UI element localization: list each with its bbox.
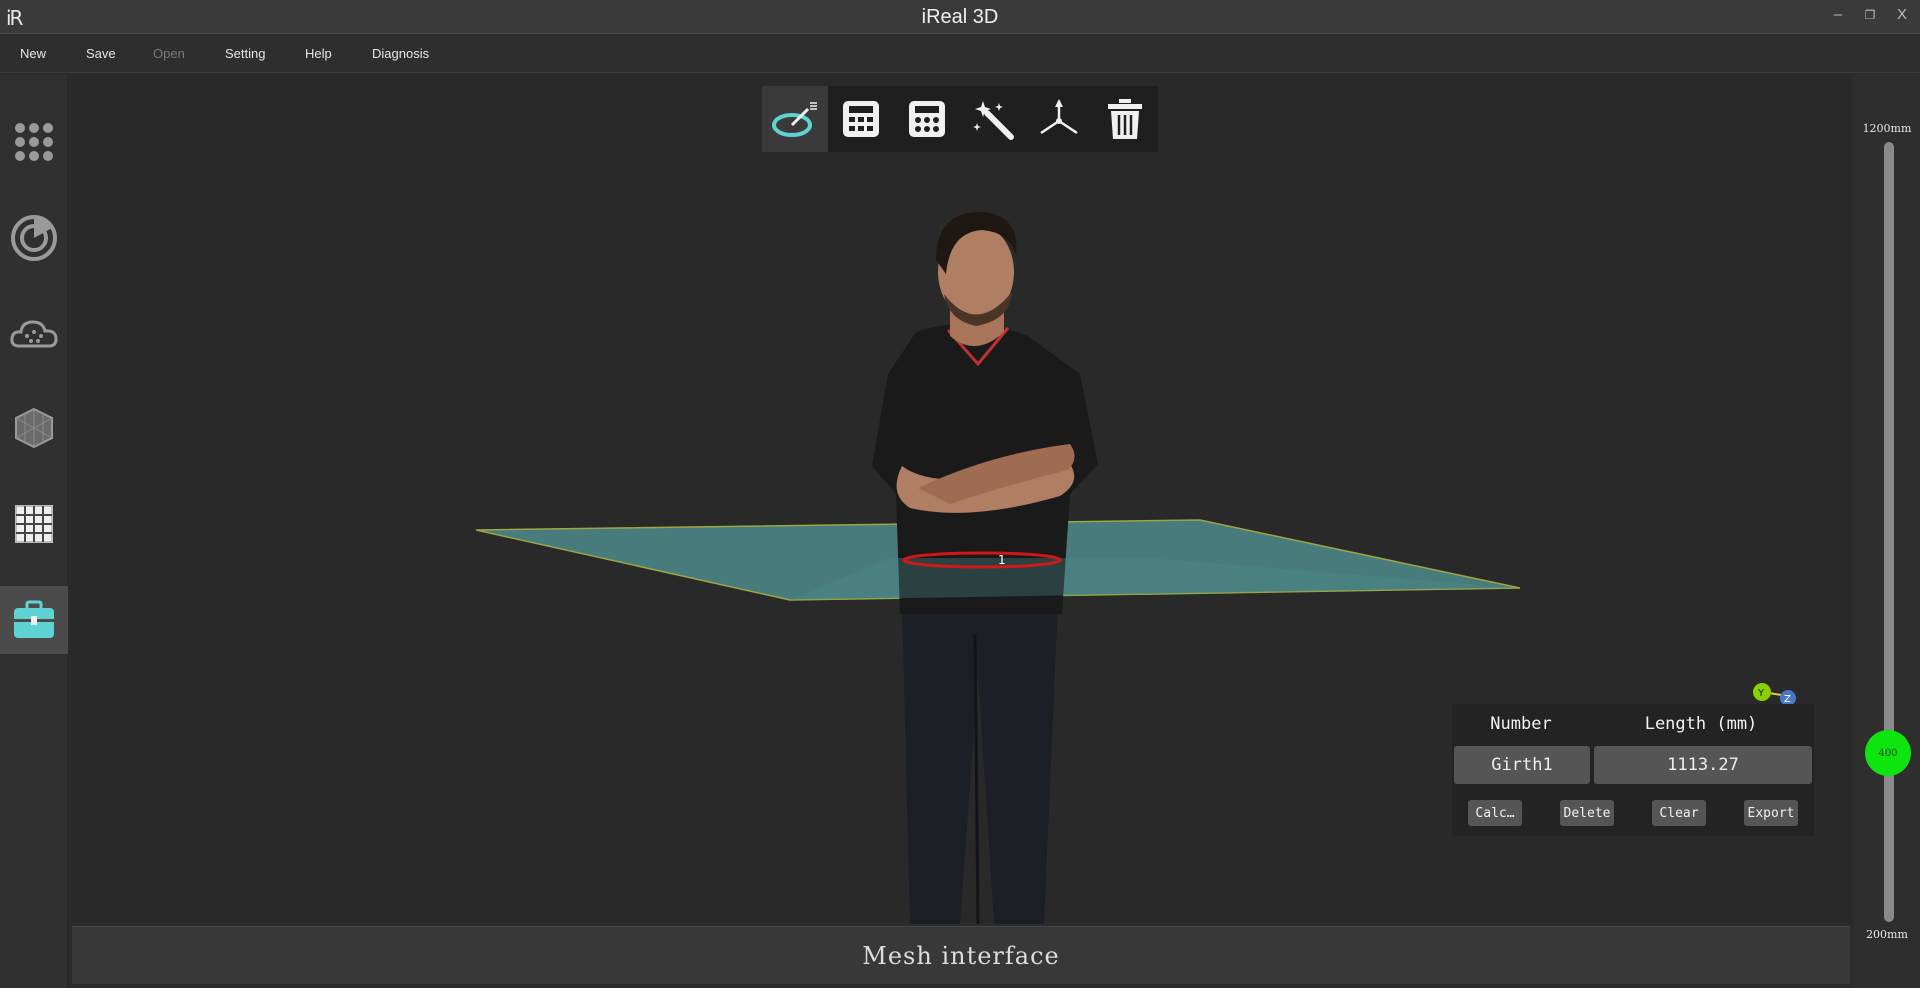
left-sidebar: [0, 74, 68, 988]
menu-new[interactable]: New: [20, 46, 46, 61]
slider-track[interactable]: [1884, 142, 1894, 922]
scan-target-icon: [11, 215, 57, 261]
window-title: iReal 3D: [921, 6, 999, 28]
restore-button[interactable]: ❐: [1858, 8, 1882, 30]
toolbox-icon: [14, 600, 54, 638]
export-button[interactable]: Export: [1744, 800, 1798, 826]
axis-tripod-icon: [1040, 99, 1078, 135]
measurement-panel: Number Length (mm) Girth1 1113.27 Calc… …: [1452, 704, 1814, 836]
sidebar-tool-mesh[interactable]: [0, 394, 68, 462]
menu-save[interactable]: Save: [86, 46, 116, 61]
sidebar-tool-grid[interactable]: [0, 490, 68, 558]
status-bar: Mesh interface: [72, 926, 1850, 984]
clear-button[interactable]: Clear: [1652, 800, 1706, 826]
tool-calculator[interactable]: [828, 86, 894, 152]
delete-button[interactable]: Delete: [1560, 800, 1614, 826]
trash-icon: [1108, 99, 1142, 139]
measurement-number-cell[interactable]: Girth1: [1454, 746, 1590, 784]
menu-diagnosis[interactable]: Diagnosis: [372, 46, 429, 61]
menu-help[interactable]: Help: [305, 46, 332, 61]
minimize-button[interactable]: –: [1826, 6, 1850, 28]
mesh-cube-icon: [15, 407, 53, 449]
keypad-icon: [909, 101, 945, 137]
tool-magic-wand[interactable]: [960, 86, 1026, 152]
sidebar-tool-cloud[interactable]: [0, 300, 68, 368]
app-window: iR iReal 3D – ❐ X New Save Open Setting …: [0, 0, 1920, 988]
tool-axis[interactable]: [1026, 86, 1092, 152]
title-bar: iR iReal 3D – ❐ X: [0, 0, 1920, 34]
dots-grid-icon: [15, 123, 53, 161]
height-slider-panel: 1200mm 400 200mm: [1854, 74, 1920, 988]
slider-min-label: 200mm: [1866, 928, 1908, 941]
tool-keypad[interactable]: [894, 86, 960, 152]
menu-setting[interactable]: Setting: [225, 46, 265, 61]
column-header-number: Number: [1490, 714, 1552, 734]
slider-max-label: 1200mm: [1862, 122, 1912, 135]
girth-measure-icon: [772, 102, 817, 137]
tool-girth-measure[interactable]: [762, 86, 828, 152]
sidebar-tool-scan[interactable]: [0, 204, 68, 272]
close-button[interactable]: X: [1890, 6, 1914, 28]
menu-open: Open: [153, 46, 185, 61]
axis-y-label: Y: [1757, 688, 1765, 699]
grid-table-icon: [15, 505, 53, 543]
measurement-length-cell[interactable]: 1113.27: [1594, 746, 1812, 784]
sidebar-tool-toolbox[interactable]: [0, 586, 68, 654]
calculator-icon: [843, 101, 879, 137]
column-header-length: Length (mm): [1644, 714, 1758, 734]
3d-viewport[interactable]: 1 Y Z X: [70, 74, 1850, 924]
menu-bar: New Save Open Setting Help Diagnosis: [0, 35, 1920, 73]
point-cloud-icon: [10, 320, 58, 348]
slider-handle[interactable]: 400: [1865, 730, 1911, 776]
sidebar-tool-dots[interactable]: [0, 108, 68, 176]
viewport-toolbar: [762, 86, 1158, 152]
girth-marker-label: 1: [998, 553, 1006, 567]
calc-button[interactable]: Calc…: [1468, 800, 1522, 826]
tool-delete[interactable]: [1092, 86, 1158, 152]
magic-wand-icon: [973, 101, 1014, 140]
